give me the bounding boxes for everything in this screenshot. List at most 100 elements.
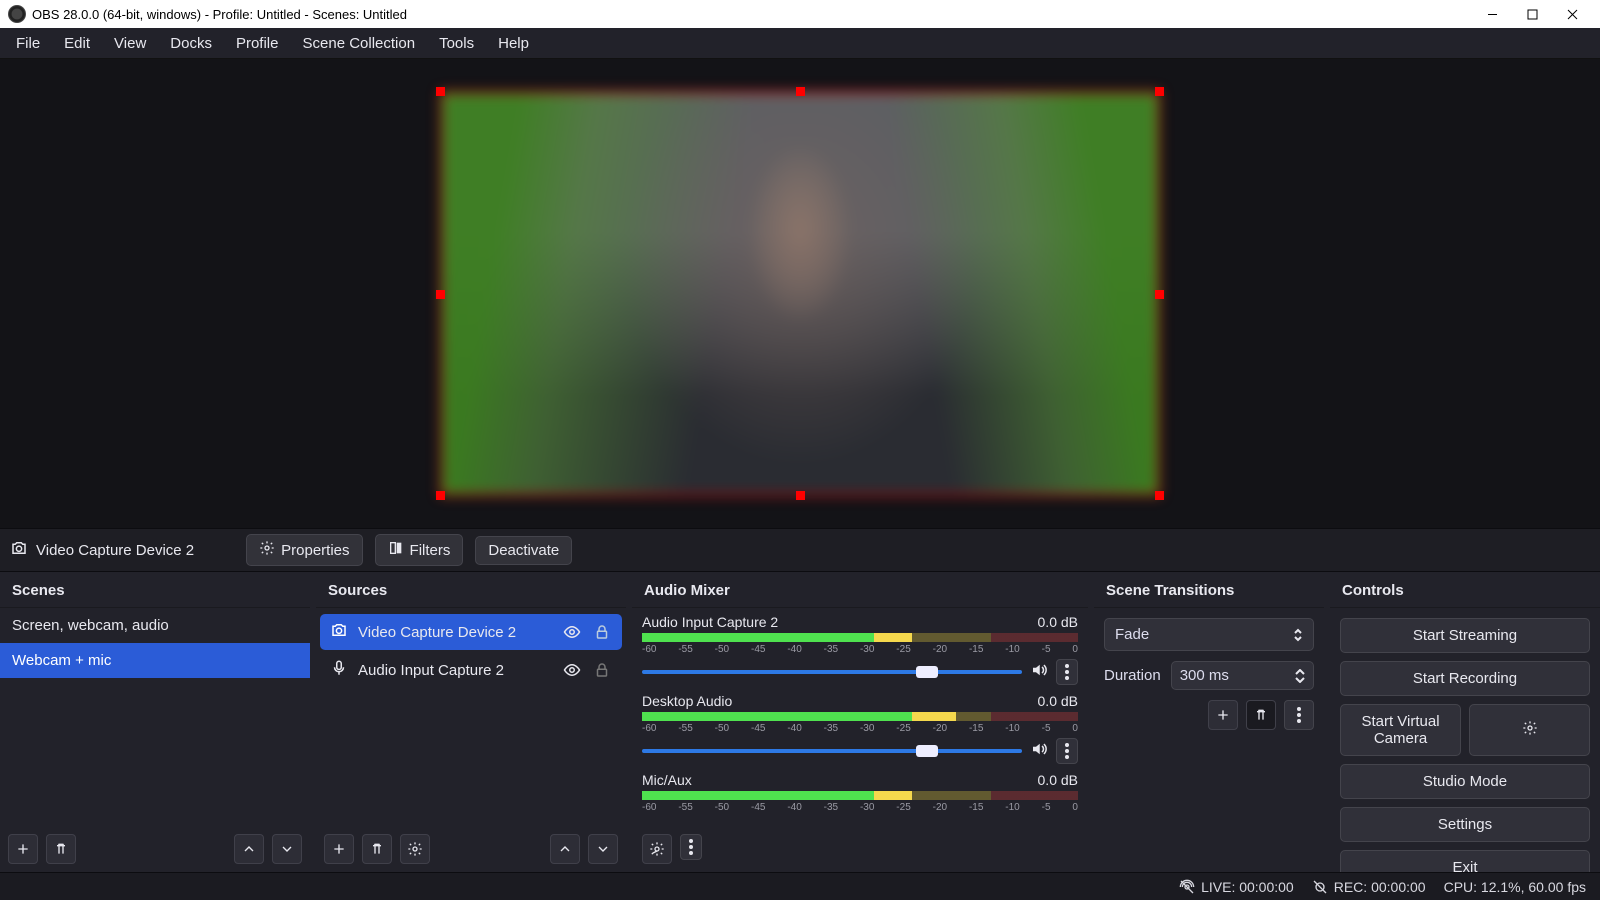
channel-db: 0.0 dB	[1038, 693, 1078, 709]
minimize-button[interactable]	[1472, 0, 1512, 28]
rec-status: REC: 00:00:00	[1312, 879, 1426, 895]
resize-handle-bm[interactable]	[796, 491, 805, 500]
scene-item[interactable]: Screen, webcam, audio	[0, 608, 310, 643]
start-recording-button[interactable]: Start Recording	[1340, 661, 1590, 696]
remove-transition-button[interactable]	[1246, 700, 1276, 730]
live-label: LIVE: 00:00:00	[1201, 879, 1294, 895]
studio-mode-button[interactable]: Studio Mode	[1340, 764, 1590, 799]
scene-move-down-button[interactable]	[272, 834, 302, 864]
source-label: Audio Input Capture 2	[358, 662, 552, 679]
camera-icon	[330, 621, 348, 643]
visibility-toggle[interactable]	[562, 660, 582, 680]
channel-name: Desktop Audio	[642, 693, 732, 709]
start-virtual-camera-button[interactable]: Start Virtual Camera	[1340, 704, 1461, 756]
properties-button[interactable]: Properties	[246, 534, 362, 566]
menu-help[interactable]: Help	[486, 32, 541, 55]
spin-down-icon[interactable]	[1295, 677, 1305, 683]
resize-handle-tl[interactable]	[436, 87, 445, 96]
channel-menu-button[interactable]	[1056, 659, 1078, 685]
scene-item[interactable]: Webcam + mic	[0, 643, 310, 678]
channel-name: Mic/Aux	[642, 772, 692, 788]
record-icon	[1312, 879, 1328, 895]
level-meter	[642, 712, 1078, 721]
source-label: Video Capture Device 2	[358, 624, 552, 641]
resize-handle-br[interactable]	[1155, 491, 1164, 500]
current-source-name: Video Capture Device 2	[36, 542, 194, 559]
menu-file[interactable]: File	[4, 32, 52, 55]
source-item[interactable]: Audio Input Capture 2	[320, 652, 622, 688]
audio-mixer-panel: Audio Mixer Audio Input Capture 2 0.0 dB…	[632, 572, 1088, 872]
mixer-channel: Mic/Aux 0.0 dB -60-55-50-45-40-35-30-25-…	[642, 772, 1078, 813]
camera-icon	[10, 539, 28, 561]
channel-menu-button[interactable]	[1056, 738, 1078, 764]
remove-scene-button[interactable]	[46, 834, 76, 864]
meter-scale: -60-55-50-45-40-35-30-25-20-15-10-50	[642, 802, 1078, 813]
broadcast-icon	[1179, 879, 1195, 895]
source-context-toolbar: Video Capture Device 2 Properties Filter…	[0, 528, 1600, 572]
menu-view[interactable]: View	[102, 32, 158, 55]
sources-toolbar	[316, 826, 626, 872]
resize-handle-mr[interactable]	[1155, 290, 1164, 299]
channel-db: 0.0 dB	[1038, 614, 1078, 630]
visibility-toggle[interactable]	[562, 622, 582, 642]
obs-logo-icon	[8, 5, 26, 23]
transition-select[interactable]: Fade	[1104, 618, 1314, 651]
mixer-menu-button[interactable]	[680, 834, 702, 860]
mute-toggle[interactable]	[1030, 740, 1048, 763]
add-source-button[interactable]	[324, 834, 354, 864]
gear-icon	[259, 540, 275, 560]
transition-menu-button[interactable]	[1284, 700, 1314, 730]
transitions-panel: Scene Transitions Fade Duration 300 ms	[1094, 572, 1324, 872]
sources-list: Video Capture Device 2 Audio Input Captu…	[316, 608, 626, 826]
volume-slider[interactable]	[642, 665, 1022, 679]
maximize-button[interactable]	[1512, 0, 1552, 28]
level-meter	[642, 633, 1078, 642]
resize-handle-bl[interactable]	[436, 491, 445, 500]
sources-panel: Sources Video Capture Device 2 Audio Inp…	[316, 572, 626, 872]
preview-area[interactable]	[0, 59, 1600, 528]
close-button[interactable]	[1552, 0, 1592, 28]
mute-toggle[interactable]	[1030, 661, 1048, 684]
transitions-header: Scene Transitions	[1094, 572, 1324, 608]
properties-label: Properties	[281, 542, 349, 559]
add-scene-button[interactable]	[8, 834, 38, 864]
controls-panel: Controls Start Streaming Start Recording…	[1330, 572, 1600, 872]
resize-handle-tr[interactable]	[1155, 87, 1164, 96]
menu-scene-collection[interactable]: Scene Collection	[291, 32, 428, 55]
virtual-camera-settings-button[interactable]	[1469, 704, 1590, 756]
remove-source-button[interactable]	[362, 834, 392, 864]
mixer-list: Audio Input Capture 2 0.0 dB -60-55-50-4…	[632, 608, 1088, 826]
deactivate-button[interactable]: Deactivate	[475, 536, 572, 565]
filters-button[interactable]: Filters	[375, 534, 464, 566]
controls-body: Start Streaming Start Recording Start Vi…	[1330, 608, 1600, 895]
filters-icon	[388, 540, 404, 560]
lock-toggle[interactable]	[592, 622, 612, 642]
add-transition-button[interactable]	[1208, 700, 1238, 730]
duration-spinner[interactable]: 300 ms	[1171, 661, 1314, 690]
source-move-down-button[interactable]	[588, 834, 618, 864]
lock-toggle[interactable]	[592, 660, 612, 680]
resize-handle-ml[interactable]	[436, 290, 445, 299]
menu-tools[interactable]: Tools	[427, 32, 486, 55]
settings-button[interactable]: Settings	[1340, 807, 1590, 842]
preview-canvas[interactable]	[440, 91, 1160, 496]
rec-label: REC: 00:00:00	[1334, 879, 1426, 895]
source-move-up-button[interactable]	[550, 834, 580, 864]
source-properties-button[interactable]	[400, 834, 430, 864]
duration-row: Duration 300 ms	[1104, 661, 1314, 690]
spin-up-icon[interactable]	[1295, 669, 1305, 675]
deactivate-label: Deactivate	[488, 542, 559, 559]
duration-value: 300 ms	[1180, 667, 1229, 684]
scene-move-up-button[interactable]	[234, 834, 264, 864]
channel-name: Audio Input Capture 2	[642, 614, 778, 630]
mixer-settings-button[interactable]	[642, 834, 672, 864]
selected-source-bounds[interactable]	[440, 91, 1160, 496]
menu-edit[interactable]: Edit	[52, 32, 102, 55]
menu-docks[interactable]: Docks	[158, 32, 224, 55]
menu-profile[interactable]: Profile	[224, 32, 291, 55]
resize-handle-tm[interactable]	[796, 87, 805, 96]
start-streaming-button[interactable]: Start Streaming	[1340, 618, 1590, 653]
volume-slider[interactable]	[642, 744, 1022, 758]
source-item[interactable]: Video Capture Device 2	[320, 614, 622, 650]
docked-panels: Scenes Screen, webcam, audio Webcam + mi…	[0, 572, 1600, 872]
